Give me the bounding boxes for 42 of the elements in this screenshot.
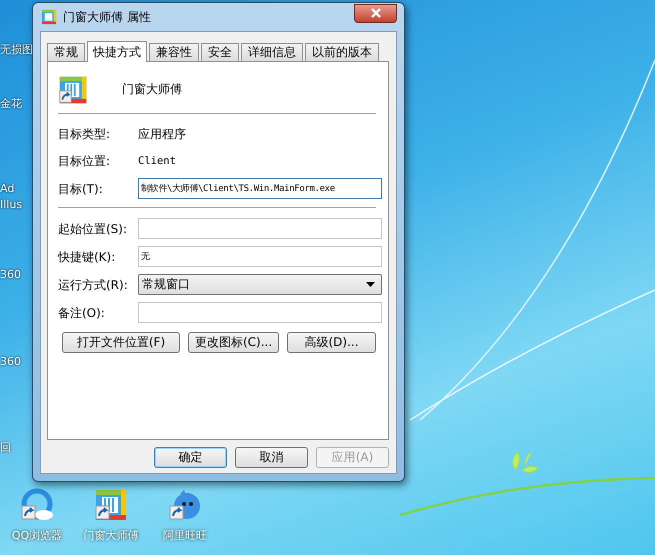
desktop-icon-label: 360 xyxy=(0,355,21,368)
desktop-icon-label: 金花 xyxy=(0,96,22,111)
input-field[interactable] xyxy=(138,218,382,239)
desktop-icon-label: 无损图 xyxy=(0,42,33,57)
app-shortcut-icon xyxy=(58,74,88,104)
app-shortcut-icon[interactable] xyxy=(94,488,128,522)
field-label: 快捷键(K): xyxy=(58,248,116,266)
field-value: Client xyxy=(138,154,177,169)
tab[interactable]: 常规 xyxy=(47,43,85,61)
action-button[interactable]: 打开文件位置(F) xyxy=(62,332,180,353)
close-button[interactable] xyxy=(354,4,397,22)
dialog-button[interactable]: 取消 xyxy=(235,447,308,468)
tab[interactable]: 兼容性 xyxy=(149,43,199,61)
tab[interactable]: 安全 xyxy=(201,43,239,61)
field-label: 目标类型: xyxy=(58,126,112,143)
field-label: 目标(T): xyxy=(58,180,104,198)
app-name: 门窗大师傅 xyxy=(122,81,182,98)
field-label: 备注(O): xyxy=(58,304,106,322)
field-value: 应用程序 xyxy=(138,126,187,143)
tab[interactable]: 详细信息 xyxy=(241,43,303,61)
field-label: 目标位置: xyxy=(58,153,112,170)
app-icon xyxy=(41,9,57,25)
input-field[interactable] xyxy=(138,302,382,323)
caret-icon xyxy=(366,282,375,287)
desktop-icon-label: Illus xyxy=(0,198,22,211)
desktop-icon-label: 360 xyxy=(0,268,21,281)
desktop-icon-label: Ad xyxy=(0,182,14,195)
field-label: 起始位置(S): xyxy=(58,220,128,238)
tab[interactable]: 快捷方式 xyxy=(87,41,147,62)
browser-shortcut-icon[interactable] xyxy=(20,488,54,522)
window-title: 门窗大师傅 属性 xyxy=(63,8,152,26)
chat-shortcut-icon[interactable] xyxy=(168,488,202,522)
dialog-button[interactable]: 确定 xyxy=(154,447,227,468)
action-button[interactable]: 更改图标(C)... xyxy=(188,332,279,353)
dropdown[interactable]: 常规窗口 xyxy=(138,274,382,295)
input-field[interactable]: 制软件\大师傅\Client\TS.Win.MainForm.exe xyxy=(138,178,382,199)
field-label: 运行方式(R): xyxy=(58,276,129,294)
input-field[interactable]: 无 xyxy=(138,246,382,267)
action-button[interactable]: 高级(D)... xyxy=(287,332,376,353)
close-icon xyxy=(370,8,382,18)
desktop-icon-label: 回 xyxy=(0,440,11,455)
tab[interactable]: 以前的版本 xyxy=(305,43,379,61)
